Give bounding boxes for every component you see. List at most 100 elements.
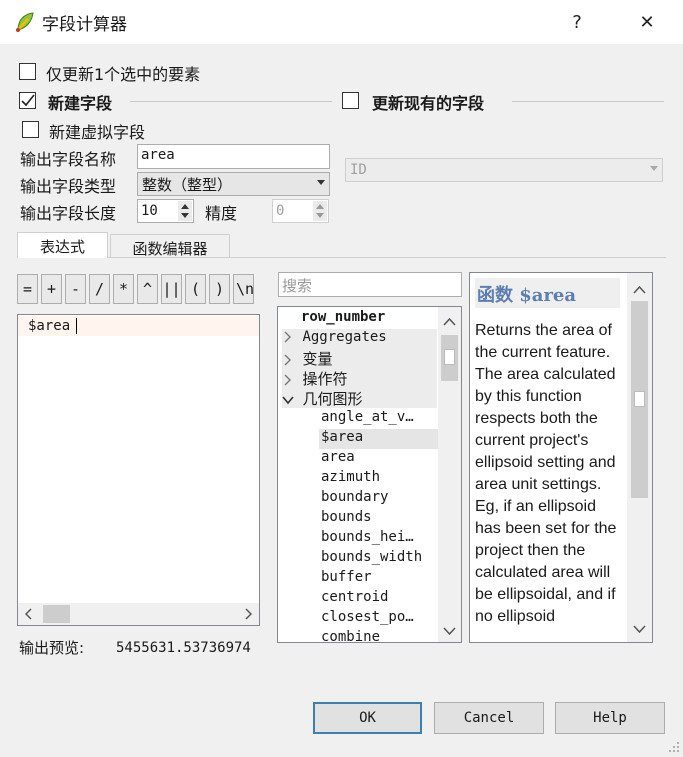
spin-buttons[interactable] <box>313 201 327 221</box>
tree-item[interactable]: bounds_hei… <box>321 529 433 549</box>
window-title: 字段计算器 <box>42 15 127 35</box>
help-title-button[interactable]: ? <box>554 0 600 44</box>
preview-label: 输出预览: <box>19 639 85 657</box>
tree-group-label: 操作符 <box>302 370 348 388</box>
tree-group-operators[interactable]: 操作符 <box>282 368 437 388</box>
create-field-checkbox[interactable] <box>19 92 36 109</box>
field-type-value: 整数（整型） <box>142 176 233 194</box>
scroll-thumb[interactable] <box>631 301 648 498</box>
tab-function-editor[interactable]: 函数编辑器 <box>110 234 230 258</box>
horizontal-scrollbar[interactable] <box>18 603 259 625</box>
chevron-down-icon <box>633 625 646 634</box>
tree-item[interactable]: bounds <box>321 509 372 529</box>
function-help-panel[interactable]: 函数 $area Returns the area of the current… <box>469 272 653 643</box>
operator-plus-button[interactable]: + <box>41 274 62 304</box>
chevron-down-icon <box>317 180 325 185</box>
resize-grip-icon <box>669 742 679 752</box>
tree-item[interactable]: area <box>321 449 355 469</box>
help-body: Returns the area of the current feature.… <box>475 322 617 625</box>
scroll-right-button[interactable] <box>239 605 257 623</box>
operator-multiply-button[interactable]: * <box>113 274 134 304</box>
virtual-field-checkbox[interactable] <box>22 121 39 138</box>
tree-group-variables[interactable]: 变量 <box>282 348 437 368</box>
tree-vertical-scrollbar[interactable] <box>438 307 461 642</box>
expression-editor[interactable]: $area <box>17 314 260 626</box>
scroll-up-button[interactable] <box>631 281 648 295</box>
groupbox-divider-right <box>512 101 664 102</box>
cancel-button[interactable]: Cancel <box>434 702 544 734</box>
text-cursor <box>76 318 78 334</box>
operator-close-paren-button[interactable]: ) <box>209 274 230 304</box>
scroll-down-button[interactable] <box>631 620 648 634</box>
groupbox-divider-left <box>130 101 332 102</box>
scroll-thumb-grip <box>444 349 455 365</box>
operator-equals-button[interactable]: = <box>17 274 38 304</box>
tree-group-geometry[interactable]: 几何图形 <box>282 388 437 408</box>
expression-text: $area <box>28 318 78 334</box>
operator-minus-button[interactable]: - <box>65 274 86 304</box>
scroll-up-button[interactable] <box>441 313 458 327</box>
scroll-thumb[interactable] <box>43 605 70 623</box>
update-selected-label: 仅更新1个选中的要素 <box>46 65 201 84</box>
tree-group-label: 变量 <box>302 350 333 368</box>
tree-item-selected[interactable]: $area <box>319 429 439 449</box>
operator-open-paren-button[interactable]: ( <box>185 274 206 304</box>
scroll-down-button[interactable] <box>441 622 458 636</box>
spin-buttons[interactable] <box>178 201 192 221</box>
ok-button[interactable]: OK <box>313 702 422 734</box>
field-name-input[interactable]: area <box>137 144 330 169</box>
tree-item[interactable]: angle_at_v… <box>321 409 433 429</box>
update-existing-checkbox[interactable] <box>342 92 359 109</box>
tab-expression[interactable]: 表达式 <box>17 232 108 258</box>
field-type-select[interactable]: 整数（整型） <box>137 172 330 196</box>
create-field-label: 新建字段 <box>48 94 113 113</box>
tree-item[interactable]: buffer <box>321 569 372 589</box>
help-button[interactable]: Help <box>555 702 665 734</box>
tree-header[interactable]: row_number <box>301 309 385 329</box>
help-label: Help <box>593 710 627 726</box>
chevron-right-icon <box>284 374 291 386</box>
virtual-field-label: 新建虚拟字段 <box>49 123 146 142</box>
function-tree[interactable]: row_number Aggregates 变量 操作符 几何图形 angle_… <box>277 306 462 643</box>
field-length-spinbox[interactable]: 10 <box>137 199 194 223</box>
precision-spinbox[interactable]: 0 <box>272 199 329 223</box>
update-existing-label: 更新现有的字段 <box>372 94 485 113</box>
tree-item[interactable]: closest_po… <box>321 609 433 629</box>
chevron-up-icon <box>633 285 646 294</box>
chevron-down-icon <box>282 396 294 405</box>
precision-label: 精度 <box>205 204 238 223</box>
cancel-label: Cancel <box>463 710 515 726</box>
tree-item[interactable]: centroid <box>321 589 388 609</box>
tree-item[interactable]: boundary <box>321 489 388 509</box>
check-icon <box>21 94 35 107</box>
tree-item[interactable]: azimuth <box>321 469 380 489</box>
tree-item[interactable]: combine <box>321 629 380 642</box>
close-button[interactable]: ✕ <box>624 0 670 44</box>
tree-group-aggregates[interactable]: Aggregates <box>282 329 437 349</box>
spin-arrows-icon <box>316 204 324 218</box>
tree-group-label: Aggregates <box>302 329 387 345</box>
operator-divide-button[interactable]: / <box>89 274 110 304</box>
tree-item[interactable]: bounds_width <box>321 549 433 569</box>
title-bar: 字段计算器 ? ✕ <box>0 0 683 44</box>
scroll-left-button[interactable] <box>20 605 38 623</box>
existing-field-select[interactable]: ID <box>345 158 663 182</box>
scroll-thumb[interactable] <box>441 335 458 381</box>
operator-power-button[interactable]: ^ <box>137 274 158 304</box>
chevron-right-icon <box>245 608 252 620</box>
chevron-down-icon <box>443 627 456 636</box>
field-length-value: 10 <box>141 203 158 219</box>
field-length-label: 输出字段长度 <box>20 204 117 223</box>
ok-label: OK <box>359 710 376 726</box>
chevron-right-icon <box>284 354 291 366</box>
operator-concat-button[interactable]: || <box>161 274 182 304</box>
help-title: 函数 $area <box>475 278 620 308</box>
resize-grip[interactable] <box>668 738 680 752</box>
function-search-input[interactable]: 搜索 <box>278 272 462 297</box>
chevron-right-icon <box>284 331 291 343</box>
operator-newline-button[interactable]: \n <box>233 274 254 304</box>
help-vertical-scrollbar[interactable] <box>627 273 652 642</box>
tree-group-label: 几何图形 <box>302 390 363 408</box>
precision-value: 0 <box>276 203 285 219</box>
update-selected-checkbox[interactable] <box>19 63 36 80</box>
